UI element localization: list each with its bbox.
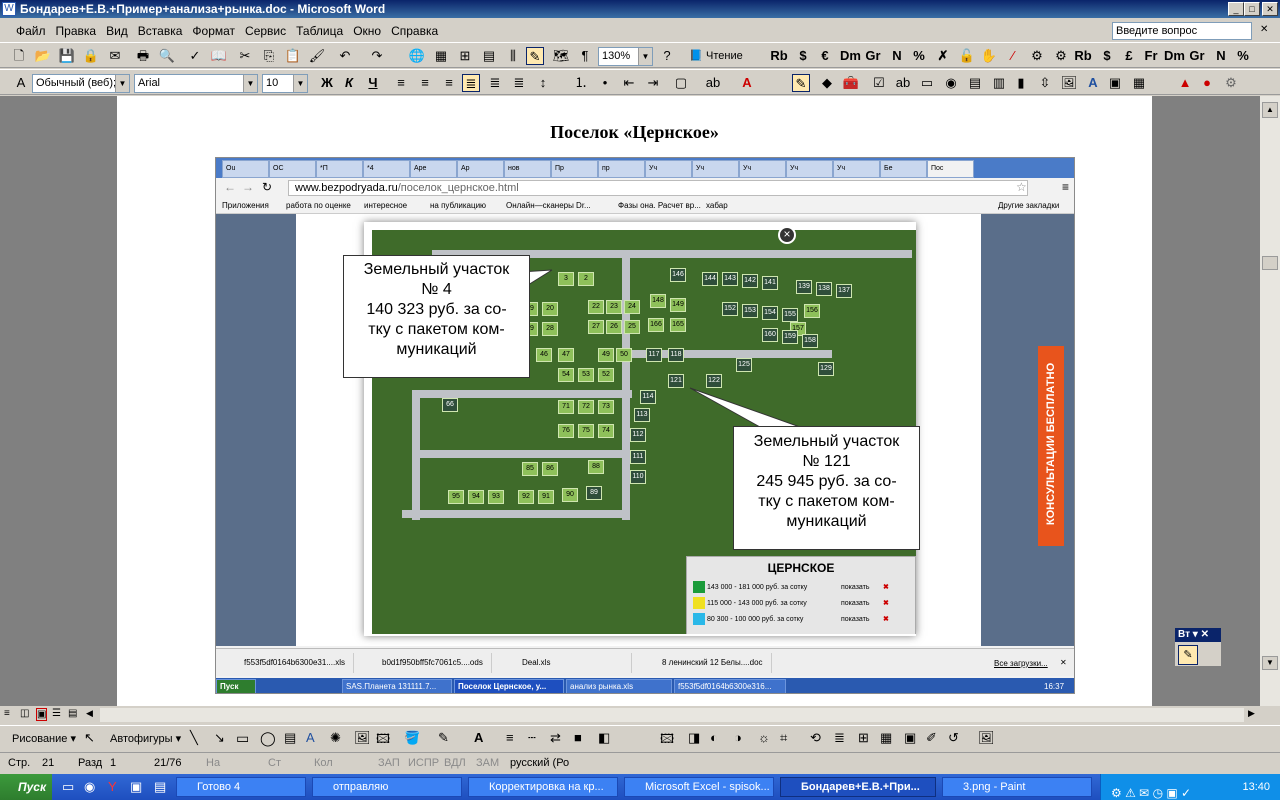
- horizontal-track[interactable]: [100, 708, 1244, 722]
- status-at: На: [206, 757, 221, 769]
- task-button-active[interactable]: Бондарев+Е.В.+При...: [780, 777, 936, 797]
- rotate-icon[interactable]: ⟲: [810, 730, 821, 746]
- callout-title: Земельный участок: [363, 261, 510, 278]
- compress-icon[interactable]: ⊞: [858, 730, 869, 746]
- normal-view-icon[interactable]: ≡: [4, 708, 10, 719]
- line-style2-icon[interactable]: ≣: [834, 730, 845, 746]
- status-pages: 21/76: [154, 757, 182, 769]
- autoshapes-menu[interactable]: Автофигуры ▾: [110, 732, 181, 745]
- drawing-menu[interactable]: Рисование ▾: [12, 732, 76, 745]
- fill-color-icon[interactable]: 🪣: [404, 730, 420, 746]
- line-color-icon[interactable]: ✎: [438, 730, 449, 746]
- callout-price: 140 323 руб. за со-: [366, 301, 507, 318]
- status-line: Ст: [268, 757, 281, 769]
- format-picture-icon[interactable]: ▣: [904, 730, 916, 746]
- callout-plot-4: Земельный участок № 4 140 323 руб. за со…: [343, 255, 530, 378]
- task-button[interactable]: Microsoft Excel - spisok...: [624, 777, 774, 797]
- floating-toolbar: Вт ▾ ✕ ✎: [1174, 627, 1222, 667]
- start-button[interactable]: Пуск: [0, 774, 52, 800]
- callout-number: № 121: [802, 453, 851, 470]
- callout-price: 245 945 руб. за со-: [756, 473, 897, 490]
- status-col: Кол: [314, 757, 333, 769]
- autoshapes-label: Автофигуры: [110, 733, 173, 745]
- task-button[interactable]: Готово 4: [176, 777, 306, 797]
- task-button[interactable]: 3.png - Paint: [942, 777, 1092, 797]
- scroll-left-icon[interactable]: ◀: [86, 708, 93, 719]
- status-trk[interactable]: ИСПР: [408, 753, 439, 773]
- insert-picture-icon[interactable]: 🖼: [978, 730, 995, 746]
- status-page-number: 21: [42, 757, 55, 769]
- task-button[interactable]: Корректировка на кр...: [468, 777, 618, 797]
- scroll-right-icon[interactable]: ▶: [1248, 708, 1255, 719]
- yandex-icon[interactable]: Y: [108, 779, 117, 794]
- diagram-icon[interactable]: ✺: [330, 730, 341, 746]
- tray-icons[interactable]: ⚙ ⚠ ✉ ◷ ▣ ✓: [1111, 780, 1191, 800]
- outline-view-icon[interactable]: ☰: [52, 708, 61, 719]
- chrome-icon[interactable]: ◉: [84, 779, 95, 795]
- app-icon[interactable]: ▤: [154, 779, 166, 795]
- status-language: русский (Ро: [510, 757, 570, 769]
- windows-taskbar: Пуск ▭ ◉ Y ▣ ▤ Готово 4 отправляю Коррек…: [0, 774, 1280, 800]
- task-button[interactable]: отправляю: [312, 777, 462, 797]
- picture-tool-icon[interactable]: 🖾: [660, 730, 674, 752]
- status-ext[interactable]: ВДЛ: [444, 753, 466, 773]
- arrow-icon[interactable]: ↘: [214, 730, 225, 746]
- callout-price: муникаций: [396, 341, 477, 358]
- pen-icon[interactable]: ✎: [1178, 645, 1198, 665]
- callout-pointer: [689, 387, 801, 428]
- folder-icon[interactable]: ▣: [130, 779, 142, 795]
- callout-price: тку с пакетом ком-: [368, 321, 505, 338]
- layout-icon[interactable]: ◨: [688, 730, 700, 746]
- shadow-icon[interactable]: ■: [574, 730, 582, 745]
- desktop-icon[interactable]: ▭: [62, 779, 74, 795]
- oval-icon[interactable]: ◯: [260, 730, 276, 747]
- transparent-icon[interactable]: ✐: [926, 730, 937, 746]
- 3d-icon[interactable]: ◧: [598, 730, 610, 746]
- status-ovr[interactable]: ЗАМ: [476, 753, 499, 773]
- start-label: Пуск: [18, 780, 47, 794]
- reset-picture-icon[interactable]: ↺: [948, 730, 959, 746]
- callout-title: Земельный участок: [753, 433, 900, 450]
- callout-price: тку с пакетом ком-: [758, 493, 895, 510]
- callout-number: № 4: [421, 281, 452, 298]
- wordart-icon[interactable]: A: [306, 730, 315, 745]
- callout-pointers: [519, 269, 801, 428]
- clipart-icon[interactable]: 🖼: [354, 730, 371, 746]
- status-bar: Стр. 21 Разд 1 21/76 На Ст Кол ЗАП ИСПР …: [0, 752, 1280, 773]
- reading-view-icon[interactable]: ▤: [68, 708, 77, 719]
- select-pointer-icon[interactable]: ↖: [84, 730, 95, 746]
- system-tray: ⚙ ⚠ ✉ ◷ ▣ ✓ 13:40: [1100, 774, 1280, 800]
- contrast-icon[interactable]: ◐: [710, 730, 718, 745]
- rectangle-icon[interactable]: ▭: [236, 730, 249, 747]
- status-rec[interactable]: ЗАП: [378, 753, 400, 773]
- line-style-icon[interactable]: ≡: [506, 730, 514, 745]
- line-icon[interactable]: ╲: [190, 730, 198, 746]
- arrow-style-icon[interactable]: ⇄: [550, 730, 561, 746]
- status-section-label: Разд: [78, 757, 103, 769]
- callout-price: муникаций: [786, 513, 867, 530]
- drawing-menu-label: Рисование: [12, 733, 68, 745]
- font-color-icon[interactable]: A: [474, 730, 483, 745]
- text-wrap-icon[interactable]: ▦: [880, 730, 892, 746]
- callout-plot-121: Земельный участок № 121 245 945 руб. за …: [733, 426, 920, 550]
- brightness-icon[interactable]: ◑: [734, 730, 742, 745]
- brightness2-icon[interactable]: ☼: [758, 730, 770, 745]
- horizontal-scrollbar[interactable]: ≡ ◫ ▣ ☰ ▤ ◀ ▶: [0, 706, 1280, 724]
- status-section-number: 1: [110, 757, 117, 769]
- floating-toolbar-title: Вт: [1178, 629, 1190, 640]
- print-view-icon[interactable]: ▣: [36, 708, 48, 721]
- dash-style-icon[interactable]: ┄: [528, 730, 536, 746]
- picture-icon[interactable]: 🖾: [376, 730, 390, 752]
- crop-icon[interactable]: ⌗: [780, 730, 787, 746]
- drawing-toolbar: Рисование ▾ ↖ Автофигуры ▾ ╲ ↘ ▭ ◯ ▤ A ✺…: [0, 725, 1280, 751]
- web-view-icon[interactable]: ◫: [20, 708, 29, 719]
- status-page-label: Стр.: [8, 757, 31, 769]
- textbox-icon[interactable]: ▤: [284, 730, 296, 746]
- clock: 13:40: [1242, 781, 1270, 793]
